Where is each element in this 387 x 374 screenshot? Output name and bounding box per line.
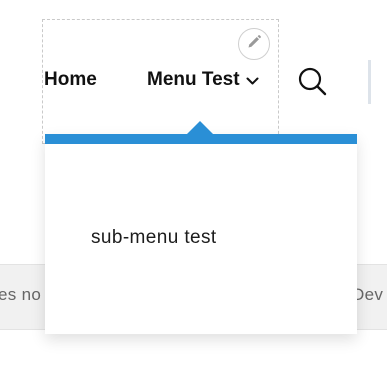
background-text-left: es no — [0, 285, 42, 304]
nav-item-label: Home — [44, 69, 97, 90]
nav-item-label: Menu Test — [147, 69, 240, 90]
dropdown-caret — [186, 121, 214, 135]
partial-element-edge — [368, 60, 371, 104]
search-icon — [296, 67, 328, 101]
submenu-item-label: sub-menu test — [91, 227, 217, 248]
chevron-down-icon — [246, 77, 259, 86]
nav-item-home[interactable]: Home — [44, 69, 97, 91]
search-button[interactable] — [296, 65, 328, 97]
pencil-icon — [246, 34, 262, 55]
dropdown-accent-bar — [45, 134, 357, 144]
edit-menu-button[interactable] — [238, 28, 270, 60]
submenu-item[interactable]: sub-menu test — [91, 227, 217, 249]
nav-item-menu-test[interactable]: Menu Test — [147, 69, 259, 91]
submenu-dropdown: sub-menu test — [45, 121, 357, 334]
